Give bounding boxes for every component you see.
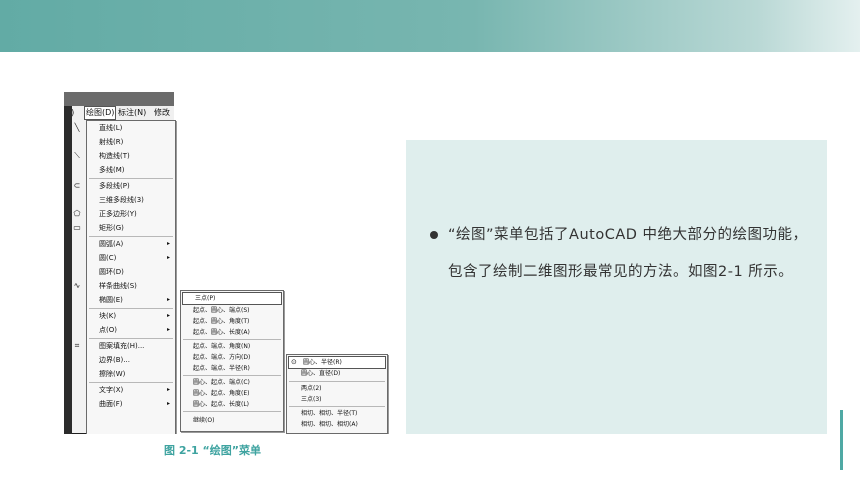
menu-dimension[interactable]: 标注(N) [118,106,146,120]
circle-item[interactable]: 相切、相切、半径(T) [287,408,387,419]
submenu-arrow-icon: ▸ [166,400,170,407]
arc-item-continue[interactable]: 继续(O) [181,415,283,426]
arc-item[interactable]: 起点、圆心、长度(A) [181,327,283,338]
rectangle-icon: ▭ [73,223,81,232]
menu-item-block[interactable]: 块(K) ▸ [87,310,175,322]
text-panel: “绘图”菜单包括了AutoCAD 中绝大部分的绘图功能，包含了绘制二维图形最常见… [406,140,827,434]
submenu-arrow-icon: ▸ [166,312,170,319]
header-banner [0,0,860,52]
circle-item[interactable]: 三点(3) [287,394,387,405]
submenu-arrow-icon: ▸ [166,326,170,333]
draw-menu: ╲ 直线(L) 射线(R) ⟍ 构造线(T) 多线(M) ⊂ 多段线(P) 三维多段线… [73,120,176,434]
line-icon: ╲ [74,123,80,132]
arc-item[interactable]: 起点、端点、方向(D) [181,352,283,363]
menu-item-mline[interactable]: 多线(M) [87,164,175,176]
body-paragraph: “绘图”菜单包括了AutoCAD 中绝大部分的绘图功能，包含了绘制二维图形最常见… [448,227,808,280]
autocad-screenshot: D) 绘图(D) 标注(N) 修改 ╲直线(L) 射线(R) ⟍构造线(T) 多… [64,92,390,434]
menu-item-polygon[interactable]: ⬠ 正多边形(Y) [74,208,175,220]
submenu-arrow-icon: ▸ [166,254,170,261]
menu-item-spline[interactable]: ∿ 样条曲线(S) [74,280,175,292]
menu-separator [183,411,281,412]
menu-item-3dpoly[interactable]: 三维多段线(3) [87,194,175,206]
submenu-arrow-icon: ▸ [166,240,170,247]
spline-icon: ∿ [73,281,81,290]
menu-separator [89,338,173,339]
menu-item-surface[interactable]: 曲面(F) ▸ [87,398,175,410]
circle-item[interactable]: 相切、相切、相切(A) [287,419,387,430]
menu-item-ellipse[interactable]: 椭圆(E) ▸ [87,294,175,306]
arc-item[interactable]: 圆心、起点、端点(C) [181,377,283,388]
menu-item-ray[interactable]: 射线(R) [87,136,175,148]
menu-item-circle[interactable]: 圆(C) ▸ [87,252,175,264]
menu-item-boundary[interactable]: 边界(B)... [87,354,175,366]
menu-separator [183,339,281,340]
menu-draw[interactable]: 绘图(D) [84,106,117,120]
menu-item-pline[interactable]: ⊂ 多段线(P) [74,180,175,192]
submenu-arrow-icon: ▸ [166,296,170,303]
menu-item-line[interactable]: ╲ 直线(L) [75,122,175,134]
hatch-icon: ⌗ [74,341,80,350]
arc-item[interactable]: 圆心、起点、长度(L) [181,399,283,410]
menu-bar: D) 绘图(D) 标注(N) 修改 [64,106,174,121]
menu-item-arc[interactable]: 圆弧(A) ▸ [87,238,175,250]
menu-separator [289,381,385,382]
submenu-arrow-icon: ▸ [166,386,170,393]
menu-separator [289,406,385,407]
arc-item-3point[interactable]: 三点(P) [182,292,282,305]
menu-item-point[interactable]: 点(O) ▸ [87,324,175,336]
polyline-icon: ⊂ [73,181,81,190]
arc-item[interactable]: 起点、端点、角度(N) [181,341,283,352]
menu-item-hatch[interactable]: ⌗ 图案填充(H)... [75,340,175,352]
menu-separator [89,308,173,309]
menu-separator [89,382,173,383]
circle-item[interactable]: 圆心、直径(D) [287,368,387,379]
bullet-icon [430,231,438,239]
circle-item[interactable]: 两点(2) [287,383,387,394]
menu-modify[interactable]: 修改 [154,106,170,120]
arc-item[interactable]: 起点、圆心、端点(S) [181,305,283,316]
figure-caption: 图 2-1 “绘图”菜单 [164,444,261,457]
polygon-icon: ⬠ [73,209,81,218]
menu-icon-gutter [72,120,87,433]
circle-icon: ⊙ [291,358,297,366]
menu-item-donut[interactable]: 圆环(D) [87,266,175,278]
construction-line-icon: ⟍ [74,151,80,160]
menu-item-rectangle[interactable]: ▭ 矩形(G) [73,222,175,234]
menu-item-wipeout[interactable]: 擦除(W) [87,368,175,380]
menu-item-text[interactable]: 文字(X) ▸ [87,384,175,396]
arc-item[interactable]: 起点、圆心、角度(T) [181,316,283,327]
menu-item-xline[interactable]: ⟍ 构造线(T) [74,150,175,162]
circle-submenu: ⊙ 圆心、半径(R) 圆心、直径(D) 两点(2) 三点(3) 相切、相切、半径(… [286,354,388,434]
menu-separator [183,375,281,376]
menu-separator [89,236,173,237]
arc-item[interactable]: 起点、端点、半径(R) [181,363,283,374]
window-titlebar [64,92,174,106]
accent-bar [840,410,843,470]
arc-item[interactable]: 圆心、起点、角度(E) [181,388,283,399]
arc-submenu: 三点(P) 起点、圆心、端点(S) 起点、圆心、角度(T) 起点、圆心、长度(A… [180,290,284,432]
menu-separator [89,178,173,179]
